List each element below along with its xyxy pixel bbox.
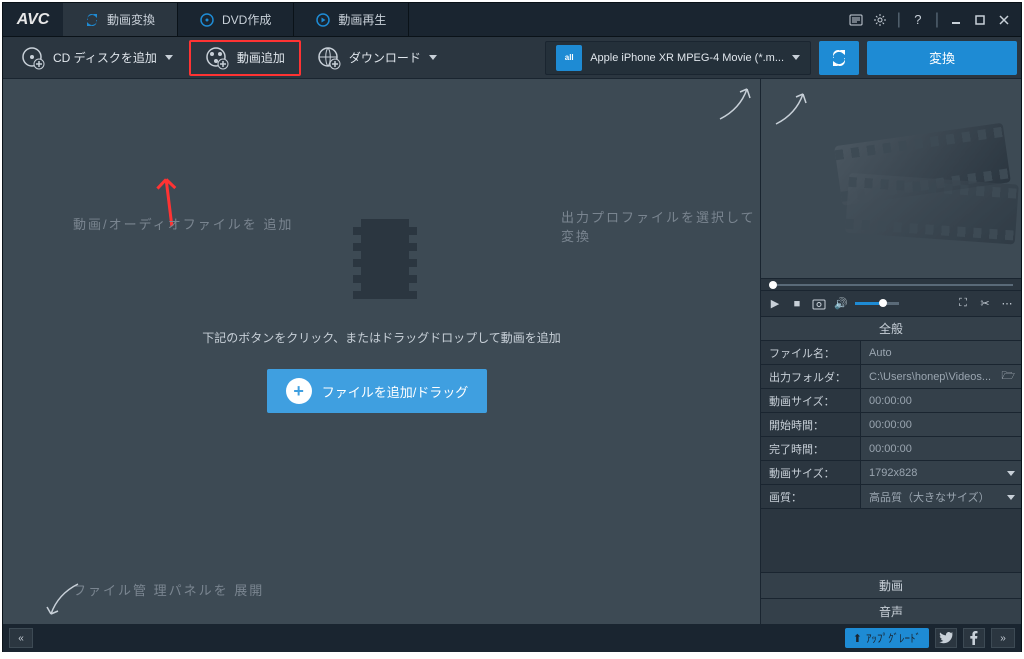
minimize-button[interactable] bbox=[947, 11, 965, 29]
convert-button[interactable]: 変換 bbox=[867, 41, 1017, 75]
caret-down-icon bbox=[1007, 471, 1015, 476]
prop-output-value[interactable]: C:\Users\honep\Videos...🗁 bbox=[861, 365, 1021, 388]
upgrade-label: ｱｯﾌﾟｸﾞﾚｰﾄﾞ bbox=[866, 630, 921, 646]
play-button[interactable]: ▶ bbox=[767, 296, 783, 312]
refresh-button[interactable] bbox=[819, 41, 859, 75]
main-drop-area[interactable]: 動画/オーディオファイルを 追加 出力プロファイルを選択して変換 ファイル管 理… bbox=[3, 79, 761, 624]
section-video[interactable]: 動画 bbox=[761, 572, 1021, 598]
hint-profile: 出力プロファイルを選択して変換 bbox=[561, 207, 760, 245]
prop-quality-label: 画質： bbox=[761, 485, 861, 508]
prop-end-label: 完了時間： bbox=[761, 437, 861, 460]
prop-dim-dropdown[interactable]: 1792x828 bbox=[861, 461, 1021, 484]
upgrade-arrow-icon: ⬆ bbox=[853, 632, 862, 645]
add-file-button[interactable]: + ファイルを追加/ドラッグ bbox=[267, 369, 487, 413]
hint-expand: ファイル管 理パネルを 展開 bbox=[73, 580, 264, 599]
tab-video-convert[interactable]: 動画変換 bbox=[63, 3, 178, 36]
convert-label: 変換 bbox=[929, 48, 955, 67]
twitter-button[interactable] bbox=[935, 628, 957, 648]
film-placeholder-icon bbox=[353, 219, 417, 299]
tab-dvd-label: DVD作成 bbox=[222, 11, 271, 28]
play-icon bbox=[316, 13, 330, 27]
profile-label: Apple iPhone XR MPEG-4 Movie (*.m... bbox=[590, 52, 784, 64]
preferences-icon[interactable] bbox=[847, 11, 865, 29]
app-logo: AVC bbox=[3, 3, 63, 36]
add-cd-button[interactable]: CD ディスクを追加 bbox=[7, 40, 187, 76]
add-cd-label: CD ディスクを追加 bbox=[53, 49, 157, 66]
prop-dim-label: 動画サイズ： bbox=[761, 461, 861, 484]
disc-icon bbox=[200, 13, 214, 27]
hint-add-file: 動画/オーディオファイルを 追加 bbox=[73, 214, 293, 233]
plus-circle-icon: + bbox=[286, 378, 312, 404]
disc-plus-icon bbox=[21, 46, 45, 70]
film-plus-icon bbox=[205, 46, 229, 70]
browse-folder-icon[interactable]: 🗁 bbox=[1001, 367, 1015, 386]
download-button[interactable]: ダウンロード bbox=[303, 40, 451, 76]
prop-vidsize-value: 00:00:00 bbox=[861, 389, 1021, 412]
tab-convert-label: 動画変換 bbox=[107, 11, 155, 28]
profile-all-icon: all bbox=[556, 45, 582, 71]
add-video-label: 動画追加 bbox=[237, 49, 285, 66]
tab-play[interactable]: 動画再生 bbox=[294, 3, 409, 36]
prop-output-label: 出力フォルダ： bbox=[761, 365, 861, 388]
section-audio[interactable]: 音声 bbox=[761, 598, 1021, 624]
maximize-button[interactable] bbox=[971, 11, 989, 29]
player-controls: ▶ ■ 🔊 ⛶ ✂ ⋯ bbox=[761, 291, 1021, 317]
globe-plus-icon bbox=[317, 46, 341, 70]
caret-down-icon bbox=[165, 55, 173, 60]
refresh-icon bbox=[85, 13, 99, 27]
curve-arrow-icon bbox=[771, 89, 811, 129]
stop-button[interactable]: ■ bbox=[789, 296, 805, 312]
fullscreen-button[interactable]: ⛶ bbox=[955, 296, 971, 312]
volume-slider[interactable] bbox=[855, 302, 899, 305]
collapse-panel-button[interactable]: « bbox=[9, 628, 33, 648]
caret-down-icon bbox=[429, 55, 437, 60]
title-bar: AVC 動画変換 DVD作成 動画再生 bbox=[3, 3, 1021, 37]
film-strip-graphic bbox=[834, 123, 1018, 256]
tab-dvd[interactable]: DVD作成 bbox=[178, 3, 294, 36]
close-button[interactable] bbox=[995, 11, 1013, 29]
tab-play-label: 動画再生 bbox=[338, 11, 386, 28]
preview-area bbox=[761, 79, 1021, 279]
expand-panel-button[interactable]: » bbox=[991, 628, 1015, 648]
prop-filename-label: ファイル名： bbox=[761, 341, 861, 364]
prop-start-value: 00:00:00 bbox=[861, 413, 1021, 436]
prop-filename-value[interactable]: Auto bbox=[861, 341, 1021, 364]
drop-hint-text: 下記のボタンをクリック、またはドラッグドロップして動画を追加 bbox=[3, 329, 760, 346]
download-label: ダウンロード bbox=[349, 49, 421, 66]
curve-arrow-icon bbox=[715, 84, 755, 124]
prop-start-label: 開始時間： bbox=[761, 413, 861, 436]
more-button[interactable]: ⋯ bbox=[999, 296, 1015, 312]
seek-slider[interactable] bbox=[761, 279, 1021, 291]
volume-icon[interactable]: 🔊 bbox=[833, 296, 849, 312]
add-file-label: ファイルを追加/ドラッグ bbox=[322, 382, 469, 401]
prop-end-value: 00:00:00 bbox=[861, 437, 1021, 460]
output-profile-dropdown[interactable]: all Apple iPhone XR MPEG-4 Movie (*.m... bbox=[545, 41, 811, 75]
settings-icon[interactable] bbox=[871, 11, 889, 29]
snapshot-button[interactable] bbox=[811, 296, 827, 312]
props-header-general[interactable]: 全般 bbox=[761, 317, 1021, 341]
caret-down-icon bbox=[1007, 495, 1015, 500]
prop-quality-dropdown[interactable]: 高品質（大きなサイズ） bbox=[861, 485, 1021, 508]
facebook-button[interactable] bbox=[963, 628, 985, 648]
right-panel: ▶ ■ 🔊 ⛶ ✂ ⋯ 全般 ファイル名：Auto 出力フォルダ：C:\User… bbox=[761, 79, 1021, 624]
toolbar: CD ディスクを追加 動画追加 ダウンロード all Apple iPhone … bbox=[3, 37, 1021, 79]
status-bar: « ⬆ ｱｯﾌﾟｸﾞﾚｰﾄﾞ » bbox=[3, 624, 1021, 652]
curve-arrow-icon bbox=[43, 579, 83, 619]
add-video-button[interactable]: 動画追加 bbox=[189, 40, 301, 76]
caret-down-icon bbox=[792, 55, 800, 60]
cut-button[interactable]: ✂ bbox=[977, 296, 993, 312]
upgrade-button[interactable]: ⬆ ｱｯﾌﾟｸﾞﾚｰﾄﾞ bbox=[845, 628, 929, 648]
prop-vidsize-label: 動画サイズ： bbox=[761, 389, 861, 412]
help-icon[interactable]: ? bbox=[909, 11, 927, 29]
